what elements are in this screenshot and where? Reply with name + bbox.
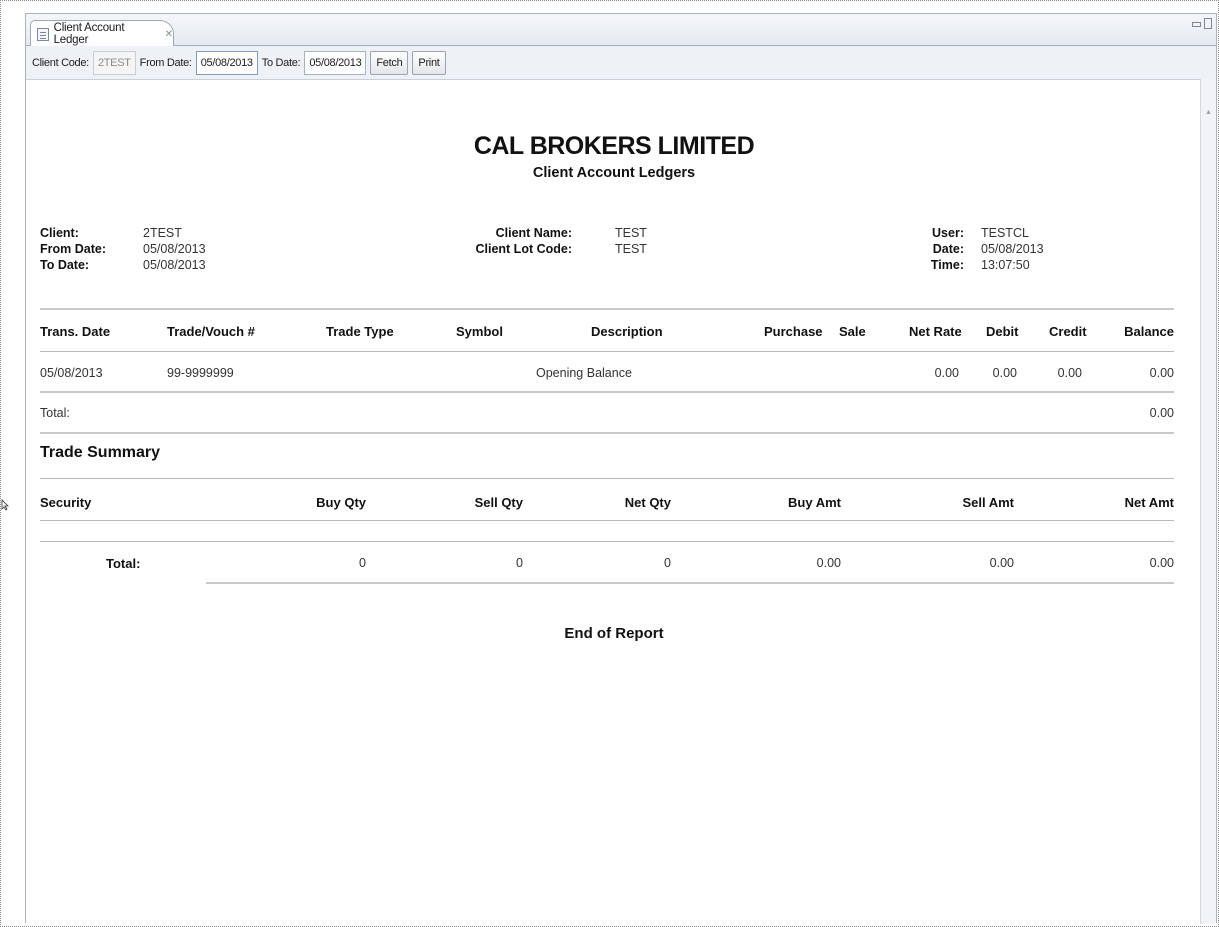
col-buy-qty: Buy Qty xyxy=(316,495,366,510)
print-button[interactable]: Print xyxy=(412,50,446,75)
summary-net-qty: 0 xyxy=(664,556,671,570)
from-date-meta-label: From Date: xyxy=(40,242,106,256)
col-net-rate: Net Rate xyxy=(909,324,962,339)
close-icon[interactable]: ✕ xyxy=(165,29,173,40)
from-date-label: From Date: xyxy=(139,56,192,69)
row-trans-date: 05/08/2013 xyxy=(40,366,103,380)
time-value: 13:07:50 xyxy=(981,258,1030,272)
row-balance: 0.00 xyxy=(1149,366,1174,380)
client-name-value: TEST xyxy=(615,226,647,240)
row-debit: 0.00 xyxy=(992,366,1017,380)
date-label: Date: xyxy=(932,242,964,256)
client-code-label: Client Code: xyxy=(32,56,89,69)
client-lot-code-value: TEST xyxy=(615,242,647,256)
row-trade-vouch: 99-9999999 xyxy=(167,366,234,380)
row-description: Opening Balance xyxy=(536,366,632,380)
trade-summary-title: Trade Summary xyxy=(40,444,161,461)
end-of-report: End of Report xyxy=(564,625,664,642)
client-name-label: Client Name: xyxy=(495,226,572,240)
divider xyxy=(40,520,1174,521)
col-credit: Credit xyxy=(1049,324,1087,339)
summary-net-amt: 0.00 xyxy=(1149,556,1174,570)
client-lot-code-label: Client Lot Code: xyxy=(475,242,572,256)
time-label: Time: xyxy=(930,258,964,272)
row-credit: 0.00 xyxy=(1057,366,1082,380)
app-window: Client Account Ledger ✕ Client Code: 2TE… xyxy=(25,13,1217,924)
tab-label: Client Account Ledger xyxy=(53,22,125,46)
editor-tab-strip: Client Account Ledger ✕ xyxy=(26,14,1216,47)
to-date-meta-value: 05/08/2013 xyxy=(143,258,206,272)
fetch-button[interactable]: Fetch xyxy=(370,50,409,75)
row-net-rate: 0.00 xyxy=(934,366,959,380)
to-date-meta-label: To Date: xyxy=(40,258,90,272)
col-trade-type: Trade Type xyxy=(326,324,394,339)
col-sell-qty: Sell Qty xyxy=(474,495,523,510)
filter-toolbar: Client Code: 2TEST From Date: 05/08/2013… xyxy=(26,46,1216,79)
col-debit: Debit xyxy=(986,324,1019,339)
divider xyxy=(40,391,1174,393)
divider xyxy=(206,582,1174,584)
ledger-total-balance: 0.00 xyxy=(1149,406,1174,420)
report-title: Client Account Ledgers xyxy=(532,165,696,181)
to-date-label: To Date: xyxy=(261,56,301,69)
col-trans-date: Trans. Date xyxy=(40,324,111,339)
col-balance: Balance xyxy=(1124,324,1174,339)
col-symbol: Symbol xyxy=(456,324,503,339)
summary-total-label: Total: xyxy=(106,556,141,571)
col-sell-amt: Sell Amt xyxy=(962,495,1014,510)
mouse-pointer-icon xyxy=(1,499,9,511)
divider xyxy=(40,351,1174,352)
view-controls xyxy=(1192,18,1212,29)
summary-sell-amt: 0.00 xyxy=(989,556,1014,570)
col-buy-amt: Buy Amt xyxy=(788,495,841,510)
maximize-icon[interactable] xyxy=(1204,18,1212,29)
summary-buy-amt: 0.00 xyxy=(816,556,841,570)
col-net-qty: Net Qty xyxy=(624,495,671,510)
vertical-scrollbar[interactable]: ▲ xyxy=(1200,79,1216,924)
ledger-total-label: Total: xyxy=(40,406,70,420)
divider xyxy=(40,478,1174,479)
divider xyxy=(40,541,1174,542)
col-description: Description xyxy=(591,324,663,339)
report-viewer: CAL BROKERS LIMITED Client Account Ledge… xyxy=(26,79,1202,924)
divider xyxy=(40,432,1174,434)
user-label: User: xyxy=(932,226,964,240)
from-date-meta-value: 05/08/2013 xyxy=(143,242,206,256)
company-name: CAL BROKERS LIMITED xyxy=(473,132,755,160)
date-value: 05/08/2013 xyxy=(981,242,1044,256)
to-date-field[interactable]: 05/08/2013 xyxy=(304,50,367,75)
client-value: 2TEST xyxy=(143,226,182,240)
summary-buy-qty: 0 xyxy=(359,556,366,570)
client-code-field[interactable]: 2TEST xyxy=(92,50,136,75)
col-sale: Sale xyxy=(839,324,866,339)
scroll-up-icon[interactable]: ▲ xyxy=(1205,109,1212,116)
screenshot-frame: Client Account Ledger ✕ Client Code: 2TE… xyxy=(0,0,1219,927)
document-icon xyxy=(37,27,49,41)
col-trade-vouch: Trade/Vouch # xyxy=(167,324,255,339)
minimize-icon[interactable] xyxy=(1192,22,1201,27)
from-date-field[interactable]: 05/08/2013 xyxy=(195,50,258,75)
col-security: Security xyxy=(40,495,92,510)
divider xyxy=(40,308,1174,310)
client-label: Client: xyxy=(40,226,79,240)
col-net-amt: Net Amt xyxy=(1124,495,1174,510)
user-value: TESTCL xyxy=(981,226,1029,240)
tab-client-account-ledger[interactable]: Client Account Ledger ✕ xyxy=(30,20,174,47)
col-purchase: Purchase xyxy=(764,324,823,339)
summary-sell-qty: 0 xyxy=(516,556,523,570)
